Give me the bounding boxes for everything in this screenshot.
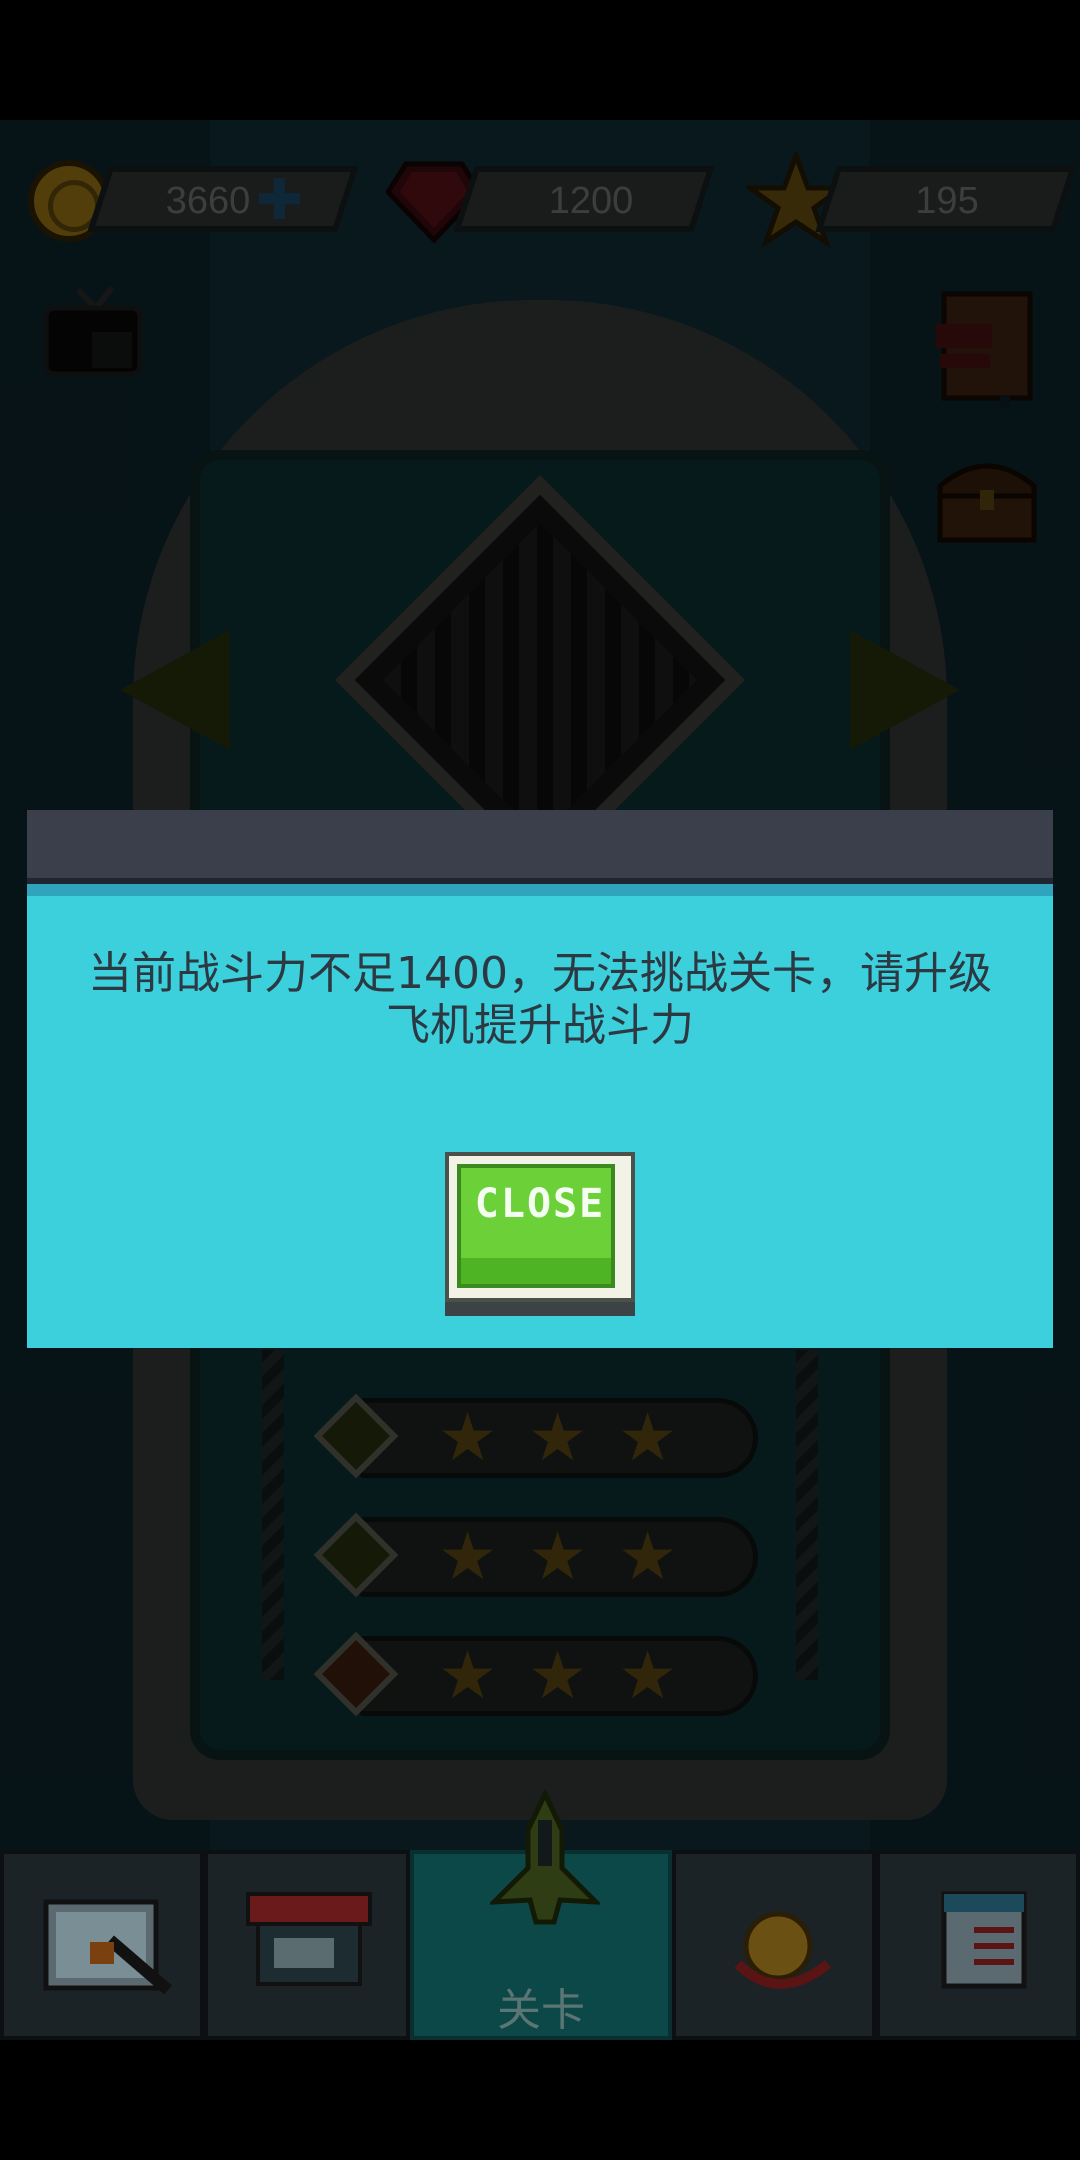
level-star-icon: ★	[528, 1637, 588, 1714]
task-list-icon	[941, 1891, 1027, 1989]
level-star-icon: ★	[438, 1399, 498, 1476]
hangar-icon	[43, 1899, 172, 1995]
treasure-chest-icon[interactable]	[932, 446, 1042, 546]
level-row[interactable]: ★ ★ ★	[313, 1628, 758, 1722]
gem-counter[interactable]: 1200	[386, 160, 715, 244]
medal-icon	[734, 1911, 832, 1989]
level-star-icon: ★	[618, 1637, 678, 1714]
tab-levels-label: 关卡	[497, 1985, 585, 2036]
rail-right	[796, 1350, 818, 1680]
level-star-icon: ★	[618, 1518, 678, 1595]
player-plane-icon	[490, 1790, 600, 1925]
close-button-shadow	[445, 1302, 635, 1316]
dialog-body: 当前战斗力不足1400，无法挑战关卡，请升级飞机提升战斗力 CLOSE	[27, 896, 1053, 1348]
gem-value: 1200	[548, 180, 634, 222]
tab-shop[interactable]	[204, 1850, 410, 2040]
close-button-label: CLOSE	[474, 1181, 606, 1227]
rail-left	[262, 1350, 284, 1680]
book-icon[interactable]	[930, 288, 1040, 412]
level-star-icon: ★	[528, 1399, 588, 1476]
level-star-icon: ★	[618, 1399, 678, 1476]
screen: 3660 ✚ 1200 195 ★ ★ ★ ★ ★ ★ ★ ★ ★ 关卡 当前战…	[0, 0, 1080, 2160]
tv-icon[interactable]	[38, 270, 148, 380]
dialog-header	[27, 810, 1053, 878]
tab-hangar[interactable]	[0, 1850, 204, 2040]
close-button[interactable]: CLOSE	[445, 1152, 635, 1316]
arrow-left-icon[interactable]	[120, 630, 230, 750]
tab-tasks[interactable]	[876, 1850, 1080, 2040]
star-counter[interactable]: 195	[746, 152, 1077, 248]
tab-rewards[interactable]	[672, 1850, 876, 2040]
level-star-icon: ★	[438, 1637, 498, 1714]
coin-counter[interactable]: 3660 ✚	[28, 160, 359, 242]
level-star-icon: ★	[438, 1518, 498, 1595]
level-row[interactable]: ★ ★ ★	[313, 1390, 758, 1484]
dialog-divider-accent	[27, 884, 1053, 896]
arrow-right-icon[interactable]	[850, 630, 960, 750]
level-row[interactable]: ★ ★ ★	[313, 1509, 758, 1603]
dialog-message: 当前战斗力不足1400，无法挑战关卡，请升级飞机提升战斗力	[88, 948, 992, 1051]
star-value: 195	[915, 180, 979, 222]
level-star-icon: ★	[528, 1518, 588, 1595]
shop-icon	[246, 1892, 372, 1986]
plus-icon[interactable]: ✚	[256, 173, 303, 229]
